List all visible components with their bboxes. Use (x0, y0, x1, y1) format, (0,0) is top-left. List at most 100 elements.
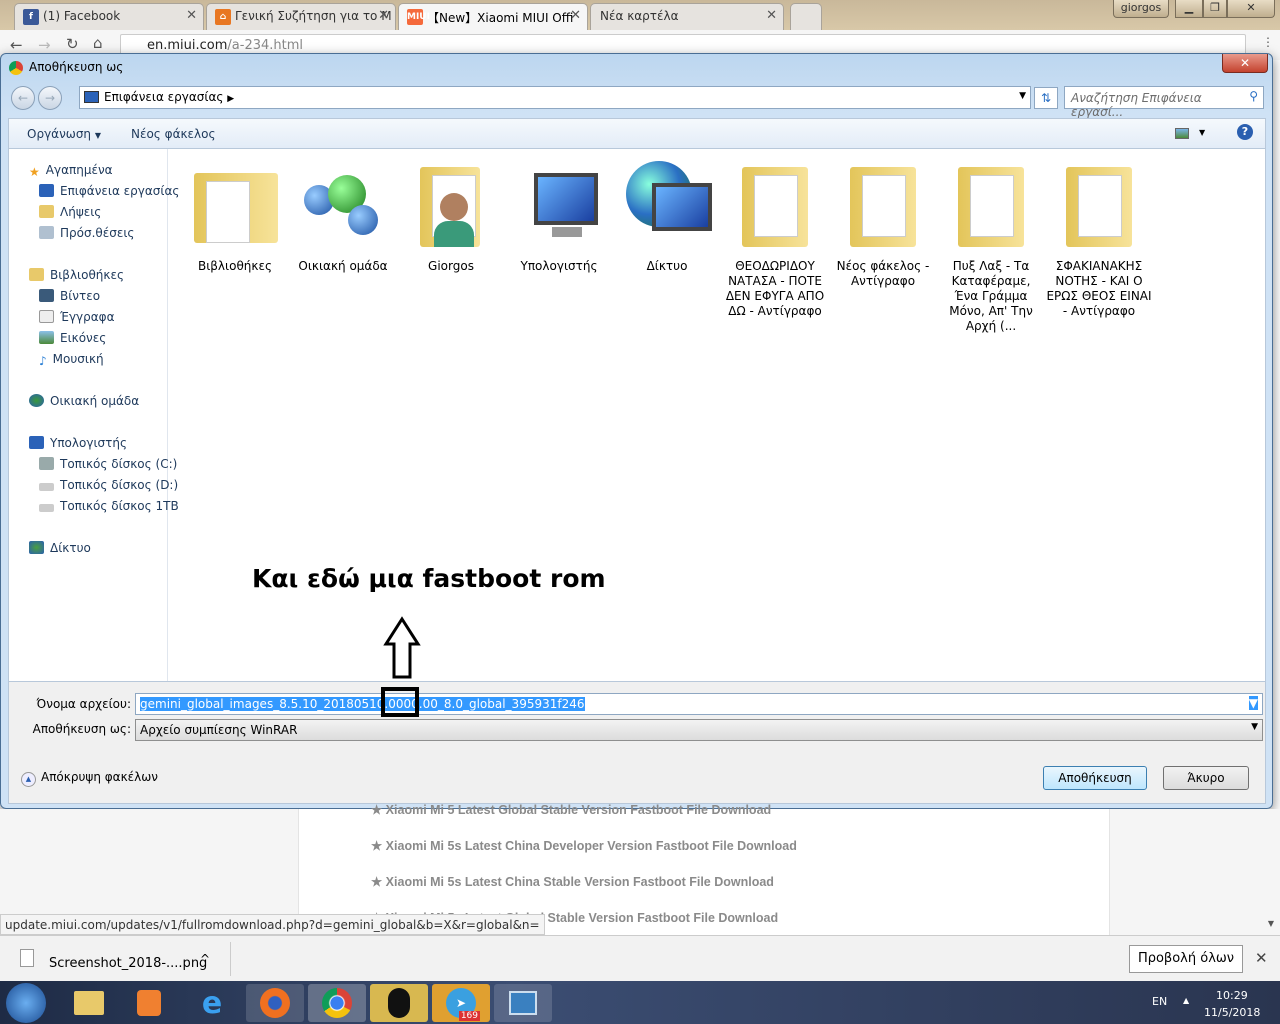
tab-forum[interactable]: ⌂ Γενική Συζήτηση για το M ✕ (206, 3, 396, 30)
url-host: en.miui.com (147, 38, 228, 53)
forward-button[interactable]: → (38, 86, 62, 110)
tray-expand-icon[interactable]: ▲ (1183, 996, 1189, 1005)
download-link[interactable]: ★ Xiaomi Mi 5s Latest China Stable Versi… (371, 874, 774, 889)
clock-time[interactable]: 10:29 (1216, 989, 1248, 1002)
nav-drive-1tb[interactable]: Τοπικός δίσκος 1TB (39, 499, 179, 513)
video-icon (39, 289, 54, 302)
chevron-up-icon[interactable]: ^ (200, 952, 210, 966)
item-label: ΘΕΟΔΩΡΙΔΟΥ ΝΑΤΑΣΑ - ΠΟΤΕ ΔΕΝ ΕΦΥΓΑ ΑΠΟ Δ… (725, 259, 825, 318)
folder-icon (730, 155, 820, 251)
search-icon: ⚲ (1249, 89, 1258, 103)
nav-videos[interactable]: Βίντεο (39, 289, 100, 303)
telegram-icon[interactable]: ➤ 169 (432, 984, 490, 1022)
nav-desktop[interactable]: Επιφάνεια εργασίας (39, 184, 179, 198)
download-link[interactable]: ★ Xiaomi Mi 5s Latest China Developer Ve… (371, 838, 797, 853)
close-icon[interactable]: ✕ (570, 8, 581, 23)
nav-drive-d[interactable]: Τοπικός δίσκος (D:) (39, 478, 178, 492)
menu-icon[interactable]: ⋮ (1262, 35, 1274, 49)
chevron-down-icon[interactable]: ▼ (1248, 696, 1258, 710)
item-homegroup[interactable]: Οικιακή ομάδα (290, 155, 396, 274)
control-panel-icon[interactable] (494, 984, 552, 1022)
close-icon[interactable]: ✕ (378, 8, 389, 23)
start-button[interactable] (6, 983, 46, 1023)
download-item[interactable]: Screenshot_2018-....png (49, 956, 207, 971)
new-tab-button[interactable] (790, 3, 822, 30)
nav-network[interactable]: Δίκτυο (29, 541, 91, 555)
tab-miui[interactable]: MIUI 【New】Xiaomi MIUI Offi ✕ (398, 3, 588, 30)
item-label: Βιβλιοθήκες (197, 259, 272, 273)
view-icon[interactable] (1175, 128, 1189, 139)
help-icon[interactable]: ? (1237, 124, 1253, 140)
back-button[interactable]: ← (11, 86, 35, 110)
highlight-box (381, 687, 419, 717)
close-icon[interactable]: ✕ (766, 8, 777, 23)
folder-item[interactable]: Νέος φάκελος - Αντίγραφο (830, 155, 936, 289)
dialog-close-button[interactable]: ✕ (1222, 54, 1268, 73)
chevron-down-icon[interactable]: ▼ (1019, 91, 1026, 101)
nav-downloads[interactable]: Λήψεις (39, 205, 101, 219)
restore-button[interactable]: ❐ (1203, 0, 1227, 18)
nav-music[interactable]: ♪ Μουσική (39, 352, 104, 368)
nav-drive-c[interactable]: Τοπικός δίσκος (C:) (39, 457, 177, 471)
nav-pictures[interactable]: Εικόνες (39, 331, 106, 345)
breadcrumb-arrow-icon[interactable]: ▶ (227, 94, 234, 104)
nav-homegroup[interactable]: Οικιακή ομάδα (29, 394, 139, 408)
savetype-label: Αποθήκευση ως: (32, 722, 131, 736)
organize-menu[interactable]: Οργάνωση ▼ (27, 127, 101, 141)
nav-documents[interactable]: Έγγραφα (39, 310, 115, 324)
scroll-down-icon[interactable]: ▼ (1268, 919, 1274, 928)
nav-favorites[interactable]: ★ Αγαπημένα (29, 163, 113, 179)
close-icon[interactable]: ✕ (186, 8, 197, 23)
save-button[interactable]: Αποθήκευση (1043, 766, 1147, 790)
url-path: /a-234.html (227, 38, 304, 53)
cancel-button[interactable]: Άκυρο (1163, 766, 1249, 790)
search-input[interactable]: Αναζήτηση Επιφάνεια εργασί... ⚲ (1064, 86, 1264, 119)
qq-icon[interactable] (370, 984, 428, 1022)
explorer-icon[interactable] (60, 984, 118, 1022)
refresh-icon[interactable]: ⇅ (1034, 87, 1058, 109)
nav-libraries[interactable]: Βιβλιοθήκες (29, 268, 124, 282)
tab-new[interactable]: Νέα καρτέλα ✕ (590, 3, 784, 30)
item-network[interactable]: Δίκτυο (614, 155, 720, 274)
item-label: Νέος φάκελος - Αντίγραφο (836, 259, 930, 288)
reload-icon[interactable]: ↻ (66, 35, 79, 53)
chevron-down-icon: ▼ (94, 131, 102, 140)
nav-computer[interactable]: Υπολογιστής (29, 436, 127, 450)
download-link[interactable]: ★ Xiaomi Mi 5 Latest Global Stable Versi… (371, 802, 771, 817)
location-bar[interactable]: Επιφάνεια εργασίας ▶ ▼ (79, 86, 1031, 109)
nav-label: Τοπικός δίσκος (D:) (60, 478, 179, 492)
new-folder-button[interactable]: Νέος φάκελος (131, 127, 216, 141)
libraries-icon (29, 268, 44, 281)
item-libraries[interactable]: Βιβλιοθήκες (182, 155, 288, 274)
firefox-icon[interactable] (246, 984, 304, 1022)
internet-explorer-icon[interactable]: e (183, 984, 241, 1022)
media-player-icon[interactable] (120, 984, 178, 1022)
show-all-button[interactable]: Προβολή όλων (1129, 945, 1243, 973)
tab-facebook[interactable]: f (1) Facebook ✕ (14, 3, 204, 30)
savetype-select[interactable]: Αρχείο συμπίεσης WinRAR ▼ (135, 719, 1263, 741)
chevron-down-icon[interactable]: ▼ (1199, 128, 1205, 137)
close-window-button[interactable]: ✕ (1227, 0, 1275, 18)
miui-icon: MIUI (407, 9, 430, 25)
folder-item[interactable]: ΘΕΟΔΩΡΙΔΟΥ ΝΑΤΑΣΑ - ΠΟΤΕ ΔΕΝ ΕΦΥΓΑ ΑΠΟ Δ… (722, 155, 828, 319)
close-icon[interactable]: ✕ (1255, 949, 1268, 967)
dialog-title: Αποθήκευση ως (29, 60, 124, 74)
tab-label: (1) Facebook (43, 9, 121, 23)
recent-places-icon (39, 226, 54, 239)
nav-label: Έγγραφα (60, 310, 115, 324)
language-indicator[interactable]: EN (1152, 995, 1167, 1008)
profile-button[interactable]: giorgos (1113, 0, 1169, 18)
item-user-folder[interactable]: Giorgos (398, 155, 504, 274)
filename-input[interactable]: gemini_global_images_8.5.10_20180510.000… (135, 693, 1263, 715)
nav-recent[interactable]: Πρόσ.θέσεις (39, 226, 134, 240)
item-computer[interactable]: Υπολογιστής (506, 155, 612, 274)
folder-item[interactable]: ΣΦΑΚΙΑΝΑΚΗΣ ΝΟΤΗΣ - ΚΑΙ Ο ΕΡΩΣ ΘΕΟΣ ΕΙΝΑ… (1046, 155, 1152, 319)
chrome-taskbar-icon[interactable] (308, 984, 366, 1022)
home-icon[interactable]: ⌂ (93, 34, 103, 52)
clock-date[interactable]: 11/5/2018 (1204, 1006, 1260, 1019)
folder-item[interactable]: Πυξ Λαξ - Τα Καταφέραμε, Ένα Γράμμα Μόνο… (938, 155, 1044, 334)
back-icon[interactable]: ← (10, 36, 23, 54)
hide-folders-toggle[interactable]: ▲ Απόκρυψη φακέλων (21, 770, 158, 787)
forward-icon[interactable]: → (38, 36, 51, 54)
minimize-button[interactable]: ▁ (1175, 0, 1203, 18)
